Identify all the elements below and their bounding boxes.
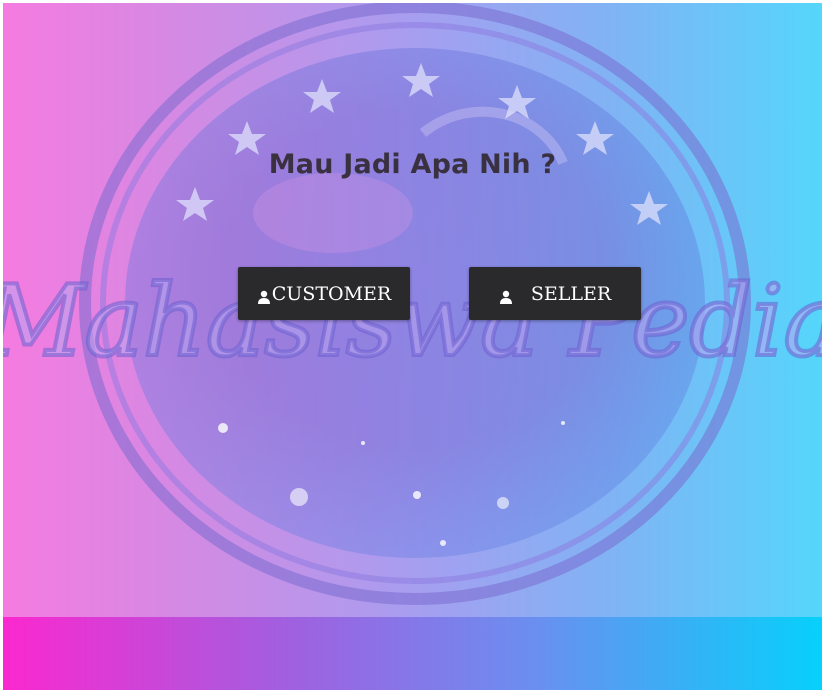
user-icon xyxy=(257,287,271,304)
customer-button[interactable]: CUSTOMER xyxy=(238,267,410,320)
seller-button-label: SELLER xyxy=(530,282,612,305)
user-icon xyxy=(499,287,513,304)
page-frame: Mahasiswa Pedia Mau Jadi Apa Nih ? CUSTO… xyxy=(3,3,822,690)
footer-bar xyxy=(3,617,822,690)
svg-text:Mahasiswa Pedia: Mahasiswa Pedia xyxy=(3,265,822,379)
seller-button[interactable]: SELLER xyxy=(469,267,641,320)
page-title: Mau Jadi Apa Nih ? xyxy=(268,149,557,180)
hero-section: Mahasiswa Pedia Mau Jadi Apa Nih ? CUSTO… xyxy=(3,3,822,617)
customer-button-label: CUSTOMER xyxy=(271,282,392,305)
mahasiswa-pedia-logo: Mahasiswa Pedia xyxy=(3,3,822,605)
